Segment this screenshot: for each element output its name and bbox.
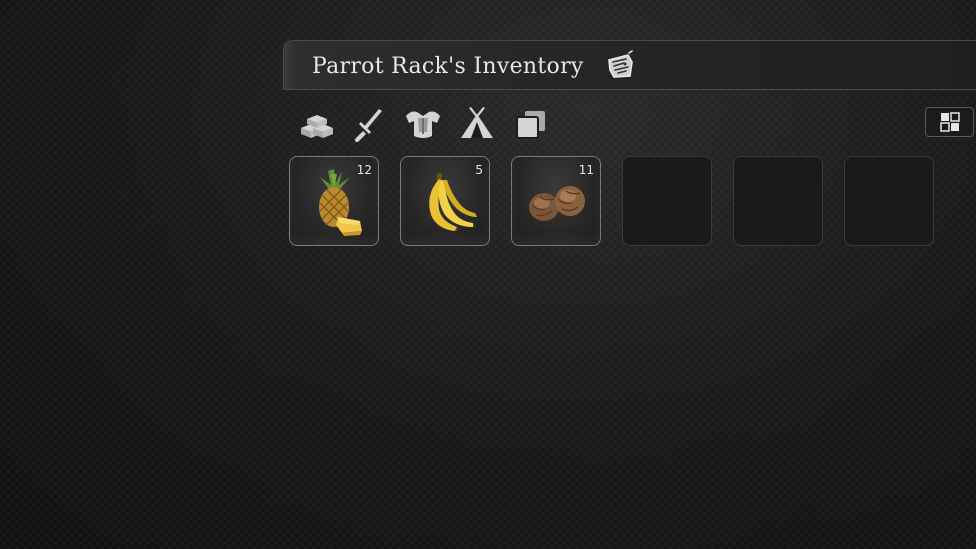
item-quantity: 5 [475, 163, 483, 177]
inventory-slot-empty[interactable] [844, 156, 934, 246]
tab-armor[interactable] [401, 104, 445, 144]
inventory-slot-banana[interactable]: 5 [400, 156, 490, 246]
inventory-slot-nuts[interactable]: 11 [511, 156, 601, 246]
inventory-slot-pineapple[interactable]: 12 [289, 156, 379, 246]
item-quantity: 12 [356, 163, 372, 177]
game-scene: Parrot Rack's Inventory 12 5 11 [0, 0, 976, 549]
tab-resources[interactable] [295, 104, 339, 144]
stacked-squares-icon [516, 111, 545, 139]
parrot-sketch-icon [608, 50, 633, 78]
armor-chest-icon [406, 111, 440, 138]
item-quantity: 11 [578, 163, 594, 177]
tab-weapons[interactable] [347, 104, 391, 144]
inventory-slot-empty[interactable] [733, 156, 823, 246]
inventory-slot-empty[interactable] [622, 156, 712, 246]
inventory-title: Parrot Rack's Inventory [312, 54, 584, 79]
stacked-ingots-icon [301, 115, 333, 138]
tab-misc[interactable] [509, 104, 553, 144]
inventory-title-bar: Parrot Rack's Inventory [283, 40, 976, 90]
grid-layout-icon [939, 112, 960, 132]
sword-icon [355, 109, 382, 142]
layout-toggle-button[interactable] [925, 107, 974, 137]
tent-icon [461, 107, 493, 138]
tab-building[interactable] [455, 104, 499, 144]
banana-icon [429, 173, 477, 231]
